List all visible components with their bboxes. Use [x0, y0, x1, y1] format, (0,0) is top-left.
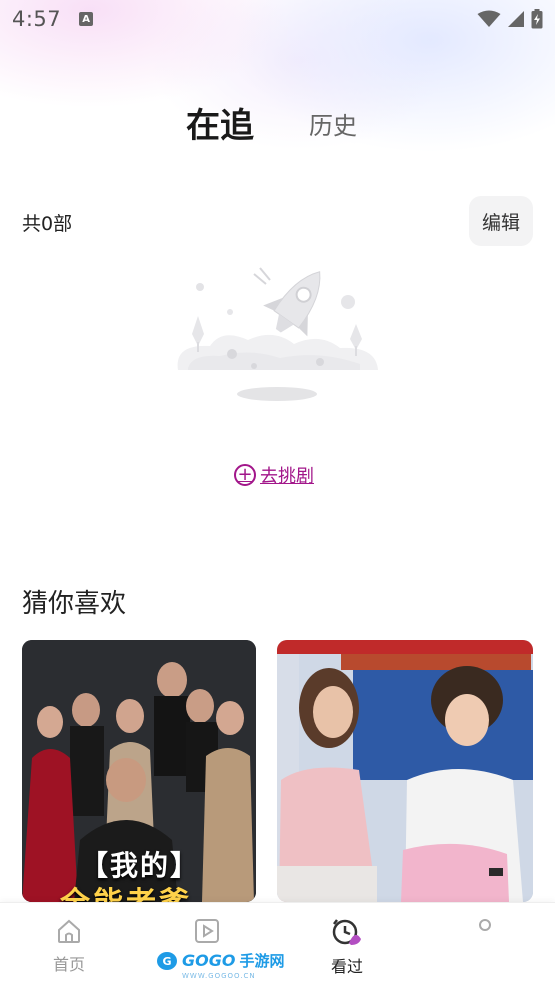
notification-icon: A [79, 12, 94, 26]
nav-item-watched[interactable]: 看过 [302, 917, 392, 977]
recommend-card[interactable]: 【我的】 全能老爹 [22, 640, 256, 902]
nav-item-profile[interactable] [440, 917, 530, 933]
home-icon [58, 919, 80, 943]
card-poster-image [277, 640, 533, 902]
signal-icon [508, 11, 524, 27]
status-time: 4:57 [12, 7, 62, 31]
nav-item-home[interactable]: 首页 [24, 917, 114, 975]
watermark-url: WWW.GOGOO.CN [182, 972, 256, 980]
nav-item-play[interactable] [162, 917, 252, 945]
watermark-brand: GOGO [182, 951, 236, 970]
nav-label-watched: 看过 [330, 957, 363, 976]
nav-label-home: 首页 [52, 955, 85, 974]
battery-icon [531, 9, 543, 29]
history-clock-icon [332, 919, 361, 945]
watermark-name: 手游网 [239, 952, 285, 970]
profile-icon [479, 919, 491, 931]
tab-following[interactable]: 在追 [186, 98, 254, 147]
gogo-logo-icon: G [157, 951, 177, 970]
edit-button[interactable]: 编辑 [469, 196, 533, 246]
status-icons [477, 9, 543, 29]
recommend-card[interactable] [277, 640, 533, 902]
wifi-icon [477, 10, 501, 27]
watermark-logo: G GOGO 手游网 [156, 950, 284, 971]
recommend-title: 猜你喜欢 [22, 589, 127, 619]
status-bar: 4:57 A [0, 0, 555, 38]
tab-bar: 在追 历史 [0, 98, 555, 148]
go-pick-link[interactable]: + 去挑剧 [234, 462, 314, 488]
tab-history[interactable]: 历史 [309, 106, 357, 141]
plus-circle-icon: + [234, 464, 256, 486]
play-icon [195, 919, 219, 943]
go-pick-label: 去挑剧 [260, 466, 314, 487]
rocket-empty-illustration [177, 267, 378, 401]
svg-text:G: G [162, 955, 171, 968]
card-title-line2: 全能老爹 [60, 878, 192, 902]
bottom-navigation: 首页 看过 [0, 902, 555, 988]
item-count: 共0部 [22, 213, 73, 235]
